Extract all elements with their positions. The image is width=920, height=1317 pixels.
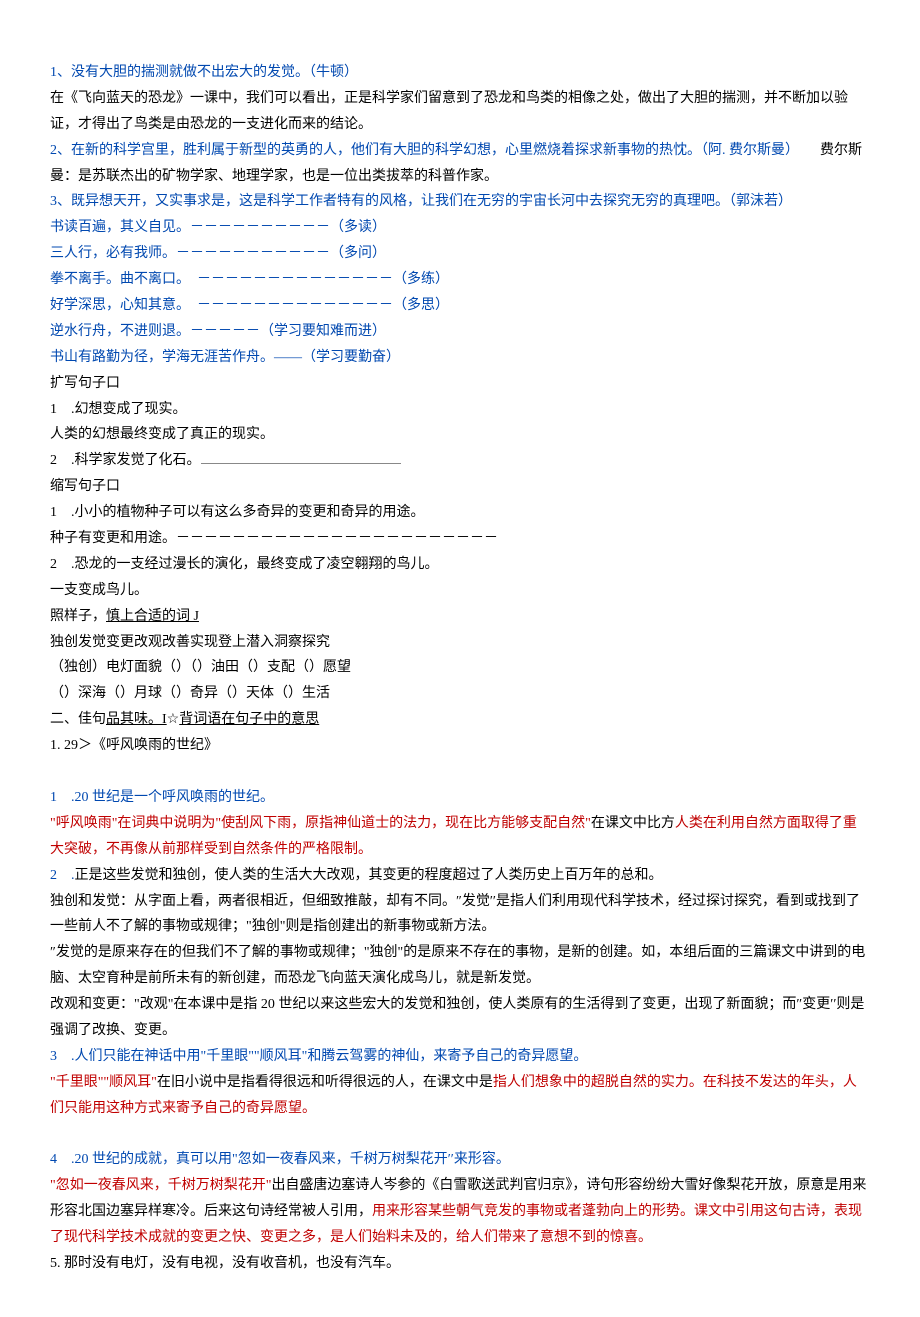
text-span: "忽如一夜春风来，千树万树梨花开" bbox=[50, 1178, 271, 1193]
text-span: 二、佳句 bbox=[50, 712, 106, 727]
text-line: 缩写句子口 bbox=[50, 474, 870, 500]
text-line: 4 .20 世纪的成就，真可以用"忽如一夜春风来，千树万树梨花开′′来形容。 bbox=[50, 1147, 870, 1173]
text-span: "千里眼""顺风耳" bbox=[50, 1075, 157, 1090]
text-span: ☆ bbox=[167, 712, 180, 727]
text-line: 在《飞向蓝天的恐龙》一课中，我们可以看出，正是科学家们留意到了恐龙和鸟类的相像之… bbox=[50, 86, 870, 138]
text-span: "呼风唤雨"在词典中说明为"使刮风下雨，原指神仙道士的法力，现在比方能够支配自然… bbox=[50, 816, 591, 831]
text-span: 2、在新的科学宫里，胜利属于新型的英勇的人，他们有大胆的科学幻想，心里燃烧着探求… bbox=[50, 143, 792, 158]
text-line: （）深海（）月球（）奇异（）天体（）生活 bbox=[50, 681, 870, 707]
text-line: 人类的幻想最终变成了真正的现实。 bbox=[50, 422, 870, 448]
text-line: 2、在新的科学宫里，胜利属于新型的英勇的人，他们有大胆的科学幻想，心里燃烧着探求… bbox=[50, 138, 870, 190]
text-line: 一支变成鸟儿。 bbox=[50, 578, 870, 604]
text-line: ″发觉的是原来存在的但我们不了解的事物或规律；"独创"的是原来不存在的事物，是新… bbox=[50, 940, 870, 992]
text-line: 2 .正是这些发觉和独创，使人类的生活大大改观，其变更的程度超过了人类历史上百万… bbox=[50, 863, 870, 889]
text-line: 改观和变更："改观"在本课中是指 20 世纪以来这些宏大的发觉和独创，使人类原有… bbox=[50, 992, 870, 1044]
text-line: 3、既异想天开，又实事求是，这是科学工作者特有的风格，让我们在无穷的宇宙长河中去… bbox=[50, 189, 870, 215]
text-line: 逆水行舟，不进则退。－－－－－（学习要知难而进） bbox=[50, 319, 870, 345]
text-line: 拳不离手。曲不离口。 －－－－－－－－－－－－－－（多练） bbox=[50, 267, 870, 293]
text-line: 书山有路勤为径，学海无涯苦作舟。——（学习要勤奋） bbox=[50, 345, 870, 371]
text-span: 照样子， bbox=[50, 609, 106, 624]
text-span: 品其味。I bbox=[106, 712, 167, 727]
text-line: （独创）电灯面貌（）（）油田（）支配（）愿望 bbox=[50, 655, 870, 681]
text-line: 1 .20 世纪是一个呼风唤雨的世纪。 bbox=[50, 785, 870, 811]
text-line: 照样子，慎上合适的词 J bbox=[50, 604, 870, 630]
text-span: 背词语在句子中的意思 bbox=[179, 712, 319, 727]
text-line bbox=[50, 1122, 870, 1148]
text-span: 2 .科学家发觉了化石。 bbox=[50, 453, 201, 468]
text-line: 1 .幻想变成了现实。 bbox=[50, 397, 870, 423]
text-line: "千里眼""顺风耳"在旧小说中是指看得很远和听得很远的人，在课文中是指人们想象中… bbox=[50, 1070, 870, 1122]
text-line: 1 .小小的植物种子可以有这么多奇异的变更和奇异的用途。 bbox=[50, 500, 870, 526]
document-body: 1、没有大胆的揣测就做不出宏大的发觉。（牛顿）在《飞向蓝天的恐龙》一课中，我们可… bbox=[50, 60, 870, 1277]
text-span: 正是这些发觉和独创，使人类的生活大大改观，其变更的程度超过了人类历史上百万年的总… bbox=[75, 868, 663, 883]
text-line bbox=[50, 759, 870, 785]
text-line: 2 .科学家发觉了化石。 bbox=[50, 448, 870, 474]
text-line: 3 .人们只能在神话中用"千里眼""顺风耳"和腾云驾雾的神仙，来寄予自己的奇异愿… bbox=[50, 1044, 870, 1070]
text-line: 5. 那时没有电灯，没有电视，没有收音机，也没有汽车。 bbox=[50, 1251, 870, 1277]
text-line: 二、佳句品其味。I☆背词语在句子中的意思 bbox=[50, 707, 870, 733]
text-span: 2 . bbox=[50, 868, 75, 883]
text-span: 在旧小说中是指看得很远和听得很远的人，在课文中是 bbox=[157, 1075, 493, 1090]
text-line: 1、没有大胆的揣测就做不出宏大的发觉。（牛顿） bbox=[50, 60, 870, 86]
text-line: 扩写句子口 bbox=[50, 371, 870, 397]
text-line: 独创和发觉：从字面上看，两者很相近，但细致推敲，却有不同。″发觉′′是指人们利用… bbox=[50, 889, 870, 941]
text-line: "忽如一夜春风来，千树万树梨花开"出自盛唐边塞诗人岑参的《白雪歌送武判官归京》，… bbox=[50, 1173, 870, 1251]
text-line: 书读百遍，其义自见。－－－－－－－－－－（多读） bbox=[50, 215, 870, 241]
text-line: 三人行，必有我师。－－－－－－－－－－－（多问） bbox=[50, 241, 870, 267]
blank-underline bbox=[201, 451, 401, 465]
text-line: 2 .恐龙的一支经过漫长的演化，最终变成了凌空翱翔的鸟儿。 bbox=[50, 552, 870, 578]
text-line: 独创发觉变更改观改善实现登上潜入洞察探究 bbox=[50, 630, 870, 656]
text-line: 好学深思，心知其意。 －－－－－－－－－－－－－－（多思） bbox=[50, 293, 870, 319]
text-line: "呼风唤雨"在词典中说明为"使刮风下雨，原指神仙道士的法力，现在比方能够支配自然… bbox=[50, 811, 870, 863]
text-span: 在课文中比方 bbox=[591, 816, 675, 831]
text-span: 慎上合适的词 J bbox=[106, 609, 199, 624]
text-line: 1. 29＞《呼风唤雨的世纪》 bbox=[50, 733, 870, 759]
text-line: 种子有变更和用途。－－－－－－－－－－－－－－－－－－－－－－－ bbox=[50, 526, 870, 552]
